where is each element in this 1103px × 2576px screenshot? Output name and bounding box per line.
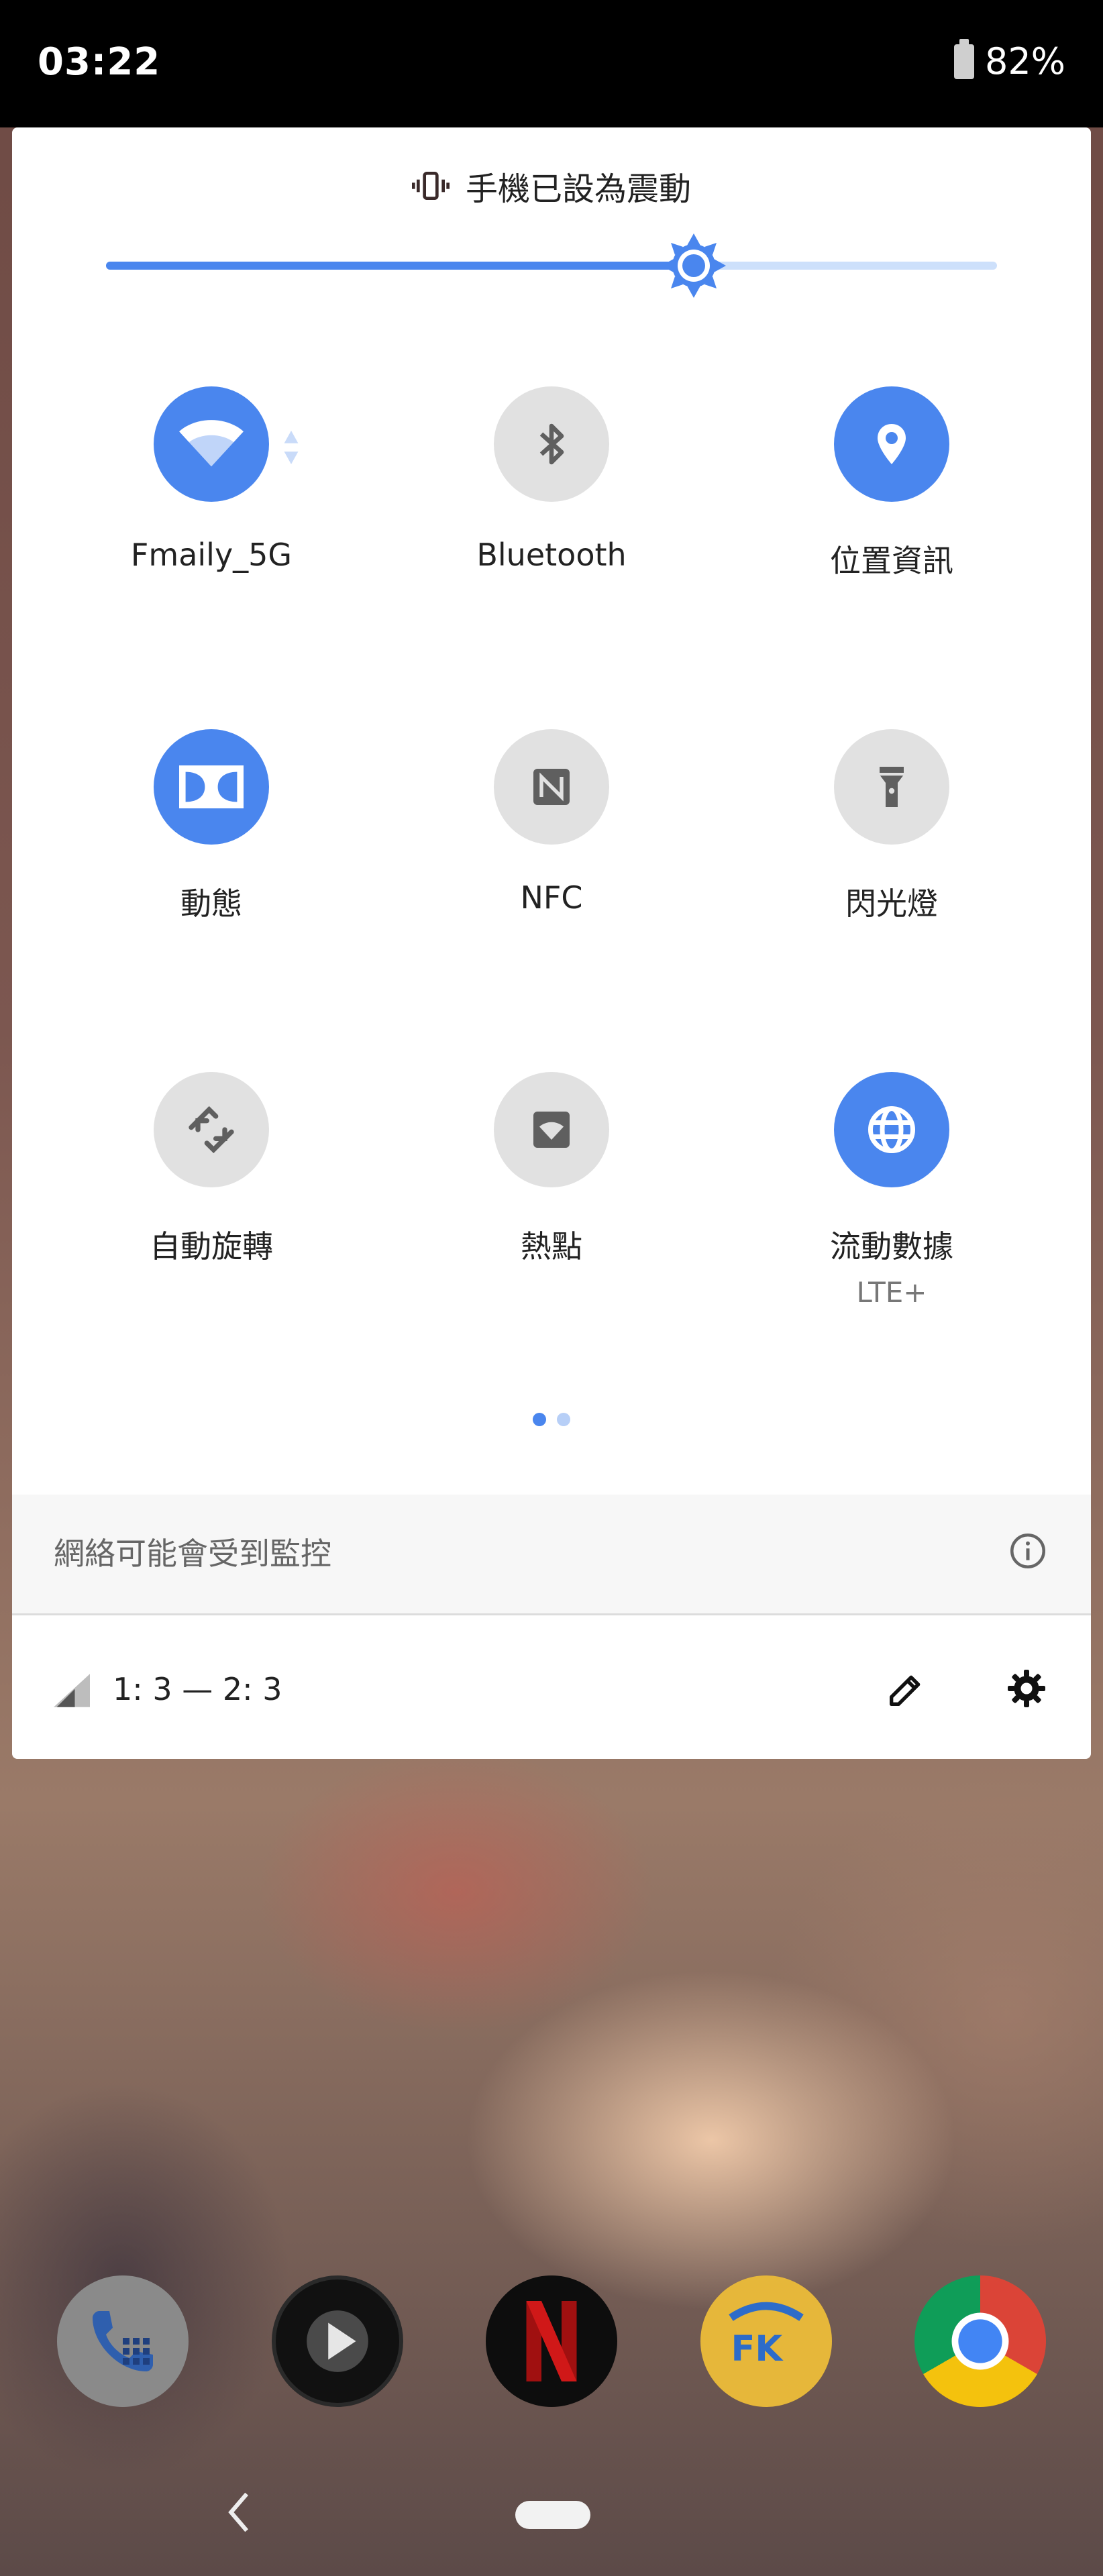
- ringer-status[interactable]: 手機已設為震動: [12, 162, 1091, 209]
- tile-autorotate[interactable]: 自動旋轉: [77, 1072, 346, 1267]
- tile-label: 自動旋轉: [150, 1228, 273, 1265]
- vibrate-icon: [411, 172, 450, 200]
- page-dot-2[interactable]: [557, 1413, 570, 1426]
- tile-wifi[interactable]: Fmaily_5G: [77, 386, 346, 573]
- dock-play[interactable]: [272, 2275, 403, 2407]
- nfc-icon: [533, 769, 570, 805]
- tile-label: 閃光燈: [845, 885, 938, 922]
- page-dot-1[interactable]: [533, 1413, 546, 1426]
- status-bar: 03:22 82%: [0, 0, 1103, 127]
- bluetooth-tile-button[interactable]: [494, 386, 609, 502]
- tile-label: 位置資訊: [830, 543, 953, 579]
- tile-nfc[interactable]: NFC: [417, 729, 686, 916]
- dock-fk[interactable]: FK: [700, 2275, 832, 2407]
- dolby-tile-button[interactable]: [154, 729, 269, 845]
- battery-icon: [953, 38, 974, 79]
- flashlight-tile-button[interactable]: [834, 729, 949, 845]
- tile-location[interactable]: 位置資訊: [757, 386, 1026, 581]
- dock-netflix[interactable]: [486, 2275, 617, 2407]
- wifi-activity-icon: [284, 431, 299, 464]
- tile-dolby[interactable]: 動態: [77, 729, 346, 924]
- location-icon: [878, 424, 906, 464]
- status-right: 82%: [953, 38, 1065, 83]
- tile-flashlight[interactable]: 閃光燈: [757, 729, 1026, 924]
- tile-mobile-data[interactable]: 流動數據 LTE+: [757, 1072, 1026, 1309]
- play-icon: [307, 2310, 368, 2372]
- monitor-text: 網絡可能會受到監控: [54, 1536, 331, 1572]
- tile-sublabel: LTE+: [856, 1276, 927, 1309]
- brightness-slider[interactable]: [106, 233, 997, 298]
- bluetooth-icon: [539, 423, 564, 465]
- home-pill[interactable]: [515, 2501, 590, 2529]
- tile-label: NFC: [520, 879, 583, 916]
- status-time: 03:22: [38, 40, 161, 84]
- settings-icon[interactable]: [1005, 1667, 1048, 1710]
- wifi-icon: [179, 420, 244, 467]
- tile-label: 熱點: [521, 1228, 582, 1265]
- info-icon[interactable]: [1008, 1531, 1048, 1571]
- signal-icon: [54, 1674, 90, 1707]
- chrome-icon: [951, 2312, 1009, 2370]
- hotspot-icon: [533, 1112, 570, 1148]
- mobile-data-tile-button[interactable]: [834, 1072, 949, 1187]
- page-indicator: [12, 1413, 1091, 1426]
- dock-chrome[interactable]: [914, 2275, 1046, 2407]
- fk-app-icon: FK: [729, 2302, 804, 2369]
- tile-bluetooth[interactable]: Bluetooth: [417, 386, 686, 573]
- tile-hotspot[interactable]: 熱點: [417, 1072, 686, 1267]
- nfc-tile-button[interactable]: [494, 729, 609, 845]
- phone-icon: [93, 2311, 153, 2371]
- tile-label: Fmaily_5G: [130, 537, 293, 573]
- network-monitor-notice[interactable]: 網絡可能會受到監控: [12, 1495, 1091, 1615]
- auto-rotate-icon: [189, 1106, 234, 1154]
- mobile-data-icon: [868, 1106, 915, 1153]
- svg-text:FK: FK: [731, 2328, 784, 2369]
- dock-phone[interactable]: [57, 2275, 189, 2407]
- autorotate-tile-button[interactable]: [154, 1072, 269, 1187]
- qs-footer: 1: 3 — 2: 3: [12, 1617, 1091, 1759]
- hotspot-tile-button[interactable]: [494, 1072, 609, 1187]
- dolby-icon: [179, 765, 244, 808]
- netflix-icon: [526, 2301, 577, 2381]
- location-tile-button[interactable]: [834, 386, 949, 502]
- edit-icon[interactable]: [884, 1668, 927, 1711]
- brightness-thumb[interactable]: [660, 232, 727, 299]
- wifi-tile-button[interactable]: [154, 386, 299, 502]
- tile-label: Bluetooth: [476, 537, 627, 573]
- battery-percent: 82%: [984, 40, 1065, 83]
- back-icon[interactable]: [225, 2489, 252, 2536]
- brightness-icon: [662, 233, 727, 298]
- flashlight-icon: [880, 767, 904, 807]
- ringer-text: 手機已設為震動: [465, 170, 691, 208]
- quick-settings-panel: 手機已設為震動 Fmaily_5G Bluetooth 位置資訊 動態 NFC …: [12, 127, 1091, 1759]
- carrier-text: 1: 3 — 2: 3: [113, 1671, 282, 1707]
- tile-label: 動態: [180, 885, 242, 922]
- brightness-fill: [106, 262, 694, 270]
- tile-label: 流動數據: [830, 1228, 953, 1265]
